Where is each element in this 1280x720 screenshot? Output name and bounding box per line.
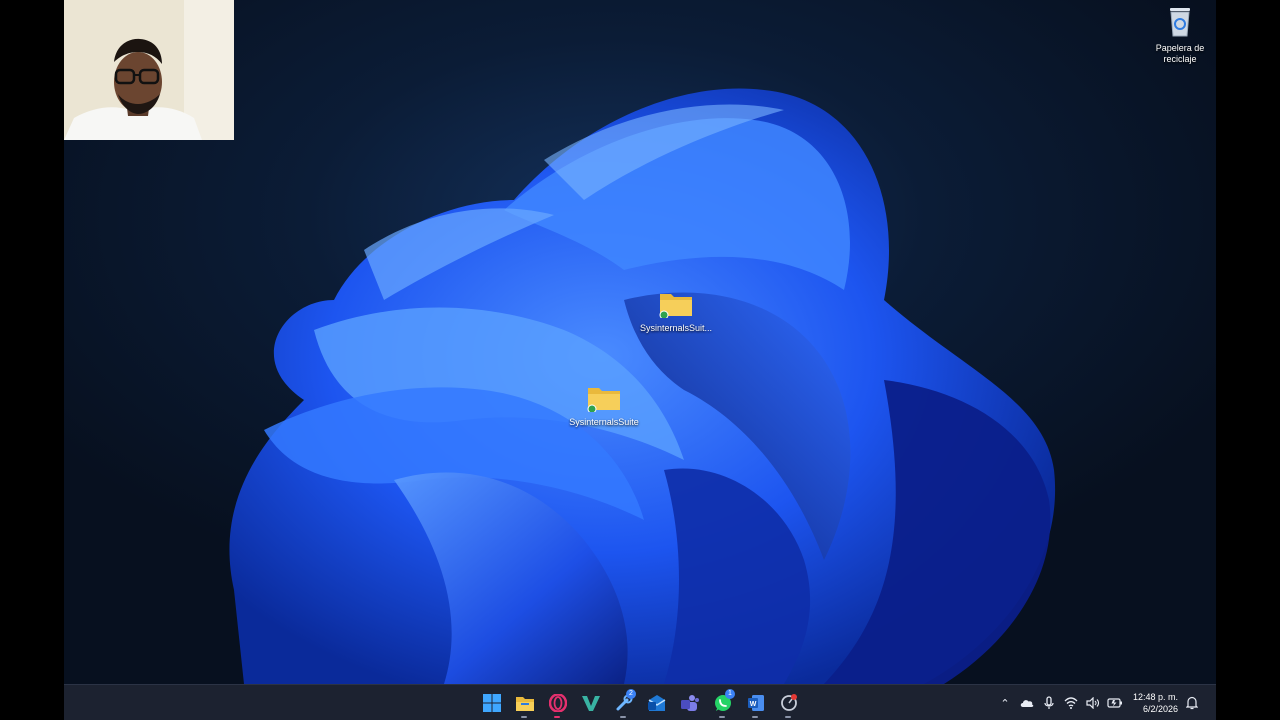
running-indicator [521, 716, 527, 718]
taskbar-outlook[interactable] [641, 687, 672, 719]
clock[interactable]: 12:48 p. m. 6/2/2026 [1133, 691, 1178, 715]
notification-badge: 2 [626, 689, 636, 699]
desktop[interactable]: Papelera de reciclaje SysinternalsSuit..… [64, 0, 1216, 720]
folder-icon [659, 294, 692, 320]
desktop-icon-label: SysinternalsSuite [569, 417, 639, 427]
taskbar-recorder[interactable] [773, 687, 804, 719]
taskbar-visual-studio[interactable] [575, 687, 606, 719]
file-explorer-icon [515, 697, 534, 711]
outlook-icon [647, 695, 665, 711]
recycle-bin-icon [1170, 8, 1190, 37]
desktop-icon-sysinternals-1[interactable]: SysinternalsSuit... [636, 288, 716, 334]
webcam-overlay [64, 0, 234, 140]
clock-date: 6/2/2026 [1142, 704, 1178, 714]
desktop-icon-label: Papelera de reciclaje [1155, 43, 1205, 64]
svg-text:W: W [749, 701, 756, 708]
system-tray: ⌃ 12:48 p. m. 6/2/2026 [997, 685, 1200, 720]
recorder-icon [780, 694, 797, 711]
volume-icon[interactable] [1085, 695, 1101, 711]
notification-badge: 1 [725, 689, 735, 699]
taskbar-file-explorer[interactable] [509, 687, 540, 719]
wifi-icon[interactable] [1063, 695, 1079, 711]
person-video [64, 0, 234, 140]
desktop-icon-label: SysinternalsSuit... [639, 323, 713, 333]
start-icon [482, 694, 501, 712]
microphone-icon[interactable] [1041, 695, 1057, 711]
desktop-icon-sysinternals-2[interactable]: SysinternalsSuite [564, 382, 644, 428]
battery-icon[interactable] [1107, 695, 1123, 711]
taskbar-word[interactable]: W [740, 687, 771, 719]
start-button[interactable] [476, 687, 507, 719]
clock-time: 12:48 p. m. [1132, 692, 1178, 702]
visual-studio-icon [581, 696, 600, 711]
folder-icon [587, 388, 620, 414]
running-indicator [719, 716, 725, 718]
taskbar-opera[interactable] [542, 687, 573, 719]
running-indicator [785, 716, 791, 718]
running-indicator [620, 716, 626, 718]
opera-icon [548, 694, 567, 712]
notification-bell-icon[interactable] [1184, 695, 1200, 711]
taskbar-teams[interactable] [674, 687, 705, 719]
running-indicator [554, 716, 560, 718]
word-icon: W [747, 695, 764, 711]
taskbar-apps: 2 1 W [476, 685, 804, 720]
cloud-icon[interactable] [1019, 695, 1035, 711]
teams-icon [680, 695, 699, 711]
chevron-up-icon[interactable]: ⌃ [997, 695, 1013, 711]
taskbar-steam[interactable]: 2 [608, 687, 639, 719]
taskbar: 2 1 W ⌃ 12:48 p. m. 6/2/2026 [64, 684, 1216, 720]
running-indicator [752, 716, 758, 718]
taskbar-whatsapp[interactable]: 1 [707, 687, 738, 719]
wallpaper-bloom [229, 88, 1056, 684]
desktop-icon-recycle-bin[interactable]: Papelera de reciclaje [1140, 4, 1216, 65]
